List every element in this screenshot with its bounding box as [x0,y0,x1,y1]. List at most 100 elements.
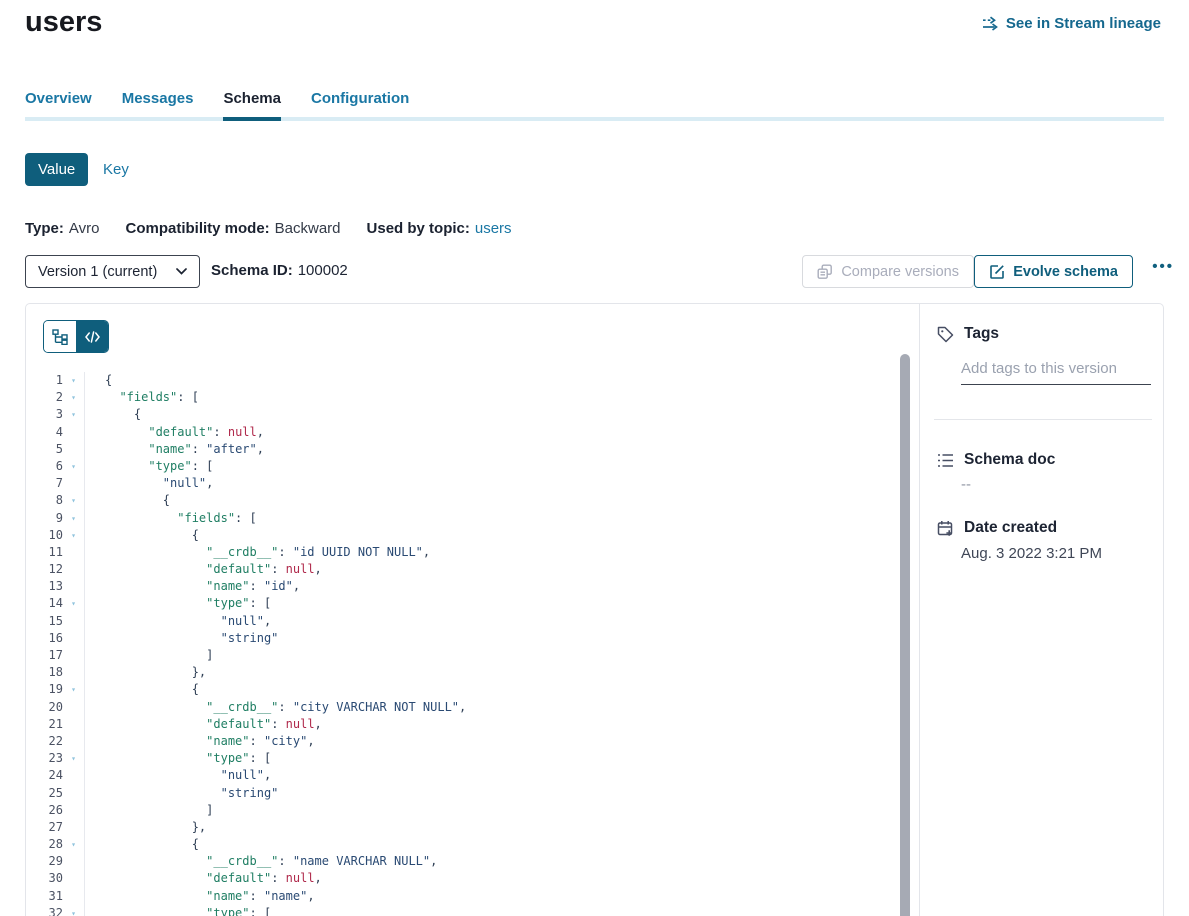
value-toggle-button[interactable]: Value [25,153,88,186]
code-line: 8▾ { [26,492,919,509]
fold-triangle-icon[interactable]: ▾ [63,836,84,853]
code-line: 13 "name": "id", [26,578,919,595]
version-select-value: Version 1 (current) [38,264,157,280]
code-line: 31 "name": "name", [26,888,919,905]
key-toggle-button[interactable]: Key [103,153,129,186]
line-number: 2 [26,389,63,406]
line-number: 6 [26,458,63,475]
code-line: 9▾ "fields": [ [26,510,919,527]
line-number: 23 [26,750,63,767]
date-created-heading-label: Date created [964,519,1057,537]
line-number: 8 [26,492,63,509]
line-number: 26 [26,802,63,819]
topic-link[interactable]: users [475,220,512,237]
tab-schema[interactable]: Schema [223,90,281,121]
fold-triangle-icon[interactable]: ▾ [63,492,84,509]
evolve-schema-button[interactable]: Evolve schema [974,255,1133,288]
fold-spacer [63,716,84,733]
code-view-icon [85,331,100,343]
code-line: 14▾ "type": [ [26,595,919,612]
code-line: 5 "name": "after", [26,441,919,458]
fold-spacer [63,870,84,887]
editor-scrollbar[interactable] [900,354,910,916]
fold-triangle-icon[interactable]: ▾ [63,527,84,544]
code-text: { [85,527,199,544]
fold-triangle-icon[interactable]: ▾ [63,406,84,423]
line-number: 22 [26,733,63,750]
code-line: 18 }, [26,664,919,681]
code-text: "name": "id", [85,578,300,595]
line-number: 19 [26,681,63,698]
code-text: "__crdb__": "id UUID NOT NULL", [85,544,430,561]
tab-configuration[interactable]: Configuration [311,90,409,121]
fold-triangle-icon[interactable]: ▾ [63,681,84,698]
line-number: 1 [26,372,63,389]
fold-triangle-icon[interactable]: ▾ [63,595,84,612]
code-text: "name": "after", [85,441,264,458]
line-number: 5 [26,441,63,458]
fold-spacer [63,785,84,802]
code-text: "type": [ [85,750,271,767]
fold-triangle-icon[interactable]: ▾ [63,510,84,527]
code-line: 10▾ { [26,527,919,544]
code-text: "name": "city", [85,733,315,750]
code-text: "default": null, [85,561,322,578]
schema-id: Schema ID:100002 [211,262,348,279]
code-text: { [85,681,199,698]
tag-icon [937,326,954,343]
code-line: 29 "__crdb__": "name VARCHAR NULL", [26,853,919,870]
more-menu-button[interactable]: ••• [1152,258,1174,275]
fold-spacer [63,424,84,441]
code-text: "type": [ [85,905,271,916]
add-tags-input[interactable] [961,358,1151,385]
editor-view-toggle [43,320,109,353]
code-text: { [85,372,112,389]
fold-spacer [63,647,84,664]
code-line: 19▾ { [26,681,919,698]
line-number: 17 [26,647,63,664]
fold-triangle-icon[interactable]: ▾ [63,750,84,767]
tree-view-button[interactable] [44,321,76,352]
code-text: "null", [85,475,213,492]
schema-meta-row: Type: Avro Compatibility mode: Backward … [25,220,512,237]
tab-overview[interactable]: Overview [25,90,92,121]
code-text: "type": [ [85,595,271,612]
line-number: 15 [26,613,63,630]
code-text: "default": null, [85,424,264,441]
code-line: 1▾{ [26,372,919,389]
tab-messages[interactable]: Messages [122,90,194,121]
code-view-button[interactable] [76,321,108,352]
line-number: 3 [26,406,63,423]
stream-lineage-link[interactable]: See in Stream lineage [982,15,1161,32]
tree-view-icon [52,329,68,345]
compare-versions-button[interactable]: Compare versions [802,255,974,288]
version-select[interactable]: Version 1 (current) [25,255,200,288]
fold-triangle-icon[interactable]: ▾ [63,372,84,389]
code-text: { [85,406,141,423]
tab-bar: Overview Messages Schema Configuration [25,90,1164,121]
code-text: }, [85,819,206,836]
code-line: 30 "default": null, [26,870,919,887]
code-text: }, [85,664,206,681]
code-line: 32▾ "type": [ [26,905,919,916]
page-title: users [25,6,102,39]
fold-triangle-icon[interactable]: ▾ [63,389,84,406]
fold-spacer [63,853,84,870]
schema-id-label: Schema ID: [211,262,293,279]
chevron-down-icon [176,268,187,275]
line-number: 10 [26,527,63,544]
edit-icon [989,264,1005,280]
code-line: 25 "string" [26,785,919,802]
tags-heading-label: Tags [964,325,999,343]
fold-spacer [63,802,84,819]
copy-icon [817,264,833,280]
line-number: 4 [26,424,63,441]
fold-triangle-icon[interactable]: ▾ [63,458,84,475]
code-text: ] [85,647,213,664]
code-line: 27 }, [26,819,919,836]
code-text: "string" [85,785,278,802]
fold-spacer [63,767,84,784]
fold-triangle-icon[interactable]: ▾ [63,905,84,916]
fold-spacer [63,888,84,905]
code-line: 17 ] [26,647,919,664]
